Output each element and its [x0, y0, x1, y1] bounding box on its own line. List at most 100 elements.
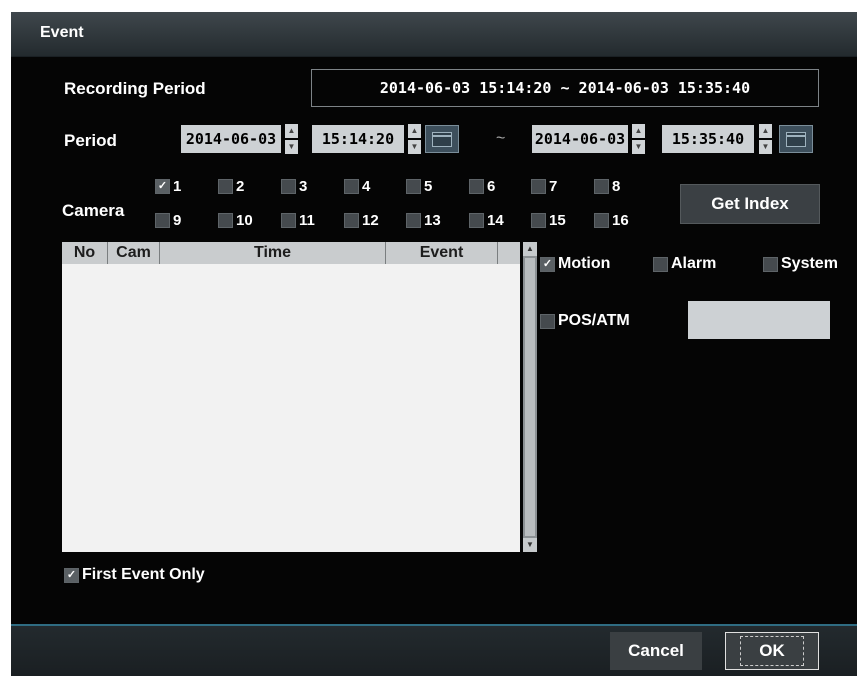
end-date-field[interactable]: 2014-06-03 — [532, 125, 628, 153]
checkbox-icon — [469, 179, 484, 194]
checkmark-icon: ✓ — [64, 567, 79, 583]
column-header-blank — [498, 242, 520, 264]
checkbox-icon — [155, 213, 170, 228]
camera-checkbox-1[interactable]: ✓ 1 — [155, 178, 181, 195]
camera-checkbox-label: 2 — [236, 178, 245, 195]
period-separator: ~ — [496, 130, 506, 147]
first-event-only-checkbox[interactable]: ✓ First Event Only — [64, 566, 205, 584]
camera-checkbox-label: 1 — [173, 178, 182, 195]
first-event-only-label: First Event Only — [82, 566, 205, 583]
camera-checkbox-7[interactable]: 7 — [531, 178, 557, 195]
column-header-time[interactable]: Time — [160, 242, 386, 264]
checkmark-icon: ✓ — [540, 256, 555, 272]
cancel-button[interactable]: Cancel — [610, 632, 702, 670]
dialog-footer: Cancel OK — [11, 624, 857, 676]
dialog-title: Event — [40, 24, 84, 41]
camera-checkbox-10[interactable]: 10 — [218, 212, 253, 229]
camera-checkbox-15[interactable]: 15 — [531, 212, 566, 229]
camera-checkbox-label: 6 — [487, 178, 496, 195]
end-calendar-button[interactable] — [779, 125, 813, 153]
camera-checkbox-14[interactable]: 14 — [469, 212, 504, 229]
down-arrow-icon[interactable]: ▼ — [759, 140, 772, 154]
motion-checkbox[interactable]: ✓ Motion — [540, 255, 610, 273]
camera-checkbox-3[interactable]: 3 — [281, 178, 307, 195]
down-arrow-icon[interactable]: ▼ — [408, 140, 421, 154]
event-dialog: Event Recording Period 2014-06-03 15:14:… — [11, 12, 857, 676]
camera-checkbox-label: 3 — [299, 178, 308, 195]
camera-checkbox-label: 14 — [487, 212, 504, 229]
down-arrow-icon[interactable]: ▼ — [632, 140, 645, 154]
camera-checkbox-label: 10 — [236, 212, 253, 229]
up-arrow-icon[interactable]: ▲ — [759, 124, 772, 138]
pos-atm-input[interactable] — [688, 301, 830, 339]
camera-checkbox-13[interactable]: 13 — [406, 212, 441, 229]
camera-label: Camera — [62, 201, 125, 220]
column-header-event[interactable]: Event — [386, 242, 498, 264]
checkbox-icon — [531, 179, 546, 194]
checkbox-icon — [540, 313, 555, 329]
camera-checkbox-label: 4 — [362, 178, 371, 195]
start-calendar-button[interactable] — [425, 125, 459, 153]
checkbox-icon — [531, 213, 546, 228]
scroll-up-icon[interactable]: ▲ — [523, 242, 537, 256]
calendar-icon — [432, 131, 452, 147]
end-date-spinner[interactable]: ▲ ▼ — [632, 124, 645, 154]
start-time-spinner[interactable]: ▲ ▼ — [408, 124, 421, 154]
scroll-thumb[interactable] — [525, 258, 535, 536]
checkbox-icon — [218, 213, 233, 228]
camera-checkbox-label: 16 — [612, 212, 629, 229]
system-checkbox[interactable]: System — [763, 255, 838, 273]
alarm-checkbox[interactable]: Alarm — [653, 255, 716, 273]
get-index-button[interactable]: Get Index — [680, 184, 820, 224]
camera-checkbox-label: 7 — [549, 178, 558, 195]
up-arrow-icon[interactable]: ▲ — [408, 124, 421, 138]
start-date-spinner[interactable]: ▲ ▼ — [285, 124, 298, 154]
checkmark-icon: ✓ — [155, 179, 170, 194]
checkbox-icon — [469, 213, 484, 228]
ok-button[interactable]: OK — [725, 632, 819, 670]
checkbox-icon — [594, 179, 609, 194]
column-header-cam[interactable]: Cam — [108, 242, 160, 264]
end-time-field[interactable]: 15:35:40 — [662, 125, 754, 153]
checkbox-icon — [344, 213, 359, 228]
camera-checkbox-label: 8 — [612, 178, 621, 195]
camera-checkbox-5[interactable]: 5 — [406, 178, 432, 195]
event-list-header: No Cam Time Event — [62, 242, 520, 264]
camera-checkbox-label: 15 — [549, 212, 566, 229]
camera-checkbox-8[interactable]: 8 — [594, 178, 620, 195]
down-arrow-icon[interactable]: ▼ — [285, 140, 298, 154]
camera-checkbox-label: 12 — [362, 212, 379, 229]
camera-checkbox-6[interactable]: 6 — [469, 178, 495, 195]
period-label: Period — [64, 131, 117, 150]
start-time-field[interactable]: 15:14:20 — [312, 125, 404, 153]
checkbox-icon — [281, 213, 296, 228]
start-date-field[interactable]: 2014-06-03 — [181, 125, 281, 153]
pos-atm-checkbox[interactable]: POS/ATM — [540, 312, 630, 330]
camera-checkbox-label: 11 — [299, 212, 315, 229]
camera-checkbox-label: 9 — [173, 212, 182, 229]
camera-checkbox-16[interactable]: 16 — [594, 212, 629, 229]
recording-period-label: Recording Period — [64, 79, 206, 98]
event-list[interactable]: No Cam Time Event — [62, 242, 520, 552]
up-arrow-icon[interactable]: ▲ — [285, 124, 298, 138]
calendar-icon — [786, 131, 806, 147]
checkbox-icon — [653, 256, 668, 272]
checkbox-icon — [763, 256, 778, 272]
checkbox-icon — [406, 179, 421, 194]
event-list-scrollbar[interactable]: ▲ ▼ — [523, 242, 537, 552]
column-header-no[interactable]: No — [62, 242, 108, 264]
up-arrow-icon[interactable]: ▲ — [632, 124, 645, 138]
system-label: System — [781, 255, 838, 272]
ok-label: OK — [740, 636, 804, 666]
camera-checkbox-9[interactable]: 9 — [155, 212, 181, 229]
checkbox-icon — [406, 213, 421, 228]
pos-atm-label: POS/ATM — [558, 312, 630, 329]
checkbox-icon — [218, 179, 233, 194]
camera-checkbox-4[interactable]: 4 — [344, 178, 370, 195]
end-time-spinner[interactable]: ▲ ▼ — [759, 124, 772, 154]
camera-checkbox-11[interactable]: 11 — [281, 212, 315, 229]
scroll-down-icon[interactable]: ▼ — [523, 538, 537, 552]
recording-period-value: 2014-06-03 15:14:20 ~ 2014-06-03 15:35:4… — [311, 69, 819, 107]
camera-checkbox-12[interactable]: 12 — [344, 212, 379, 229]
camera-checkbox-2[interactable]: 2 — [218, 178, 244, 195]
